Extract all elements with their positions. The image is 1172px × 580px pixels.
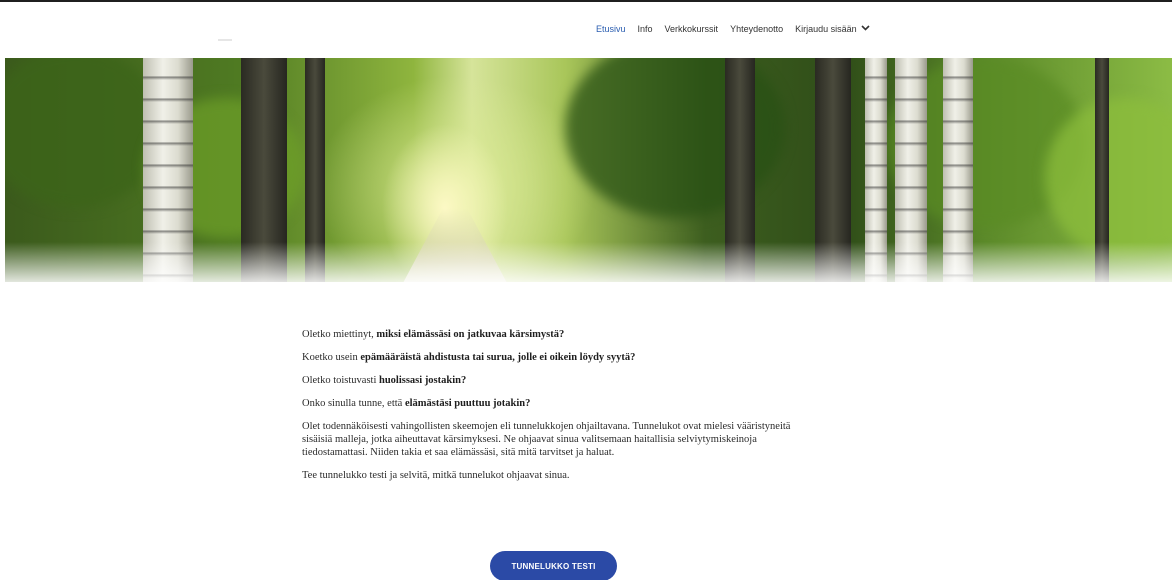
chevron-down-icon (861, 24, 870, 34)
logo[interactable] (218, 39, 232, 41)
login-label: Kirjaudu sisään (795, 24, 857, 34)
question-3: Oletko toistuvasti huolissasi jostakin? (302, 375, 467, 386)
question-4: Onko sinulla tunne, että elämästäsi puut… (302, 398, 531, 409)
top-border (0, 0, 1172, 2)
nav-item-yhteydenotto[interactable]: Yhteydenotto (730, 24, 783, 34)
call-to-action-text: Tee tunnelukko testi ja selvitä, mitkä t… (302, 470, 570, 481)
hero-image (5, 58, 1172, 282)
nav-item-verkkokurssit[interactable]: Verkkokurssit (665, 24, 719, 34)
page: Etusivu Info Verkkokurssit Yhteydenotto … (0, 0, 1172, 580)
nav-item-info[interactable]: Info (638, 24, 653, 34)
main-nav: Etusivu Info Verkkokurssit Yhteydenotto … (596, 24, 870, 34)
nav-item-etusivu[interactable]: Etusivu (596, 24, 626, 34)
question-1: Oletko miettinyt, miksi elämässäsi on ja… (302, 329, 565, 340)
explanation-paragraph: Olet todennäköisesti vahingollisten skee… (302, 421, 791, 458)
intro-text: Oletko miettinyt, miksi elämässäsi on ja… (302, 328, 802, 492)
question-2: Koetko usein epämääräistä ahdistusta tai… (302, 352, 636, 363)
nav-item-login[interactable]: Kirjaudu sisään (795, 24, 870, 34)
tunnelukko-test-button[interactable]: TUNNELUKKO TESTI (490, 551, 617, 580)
